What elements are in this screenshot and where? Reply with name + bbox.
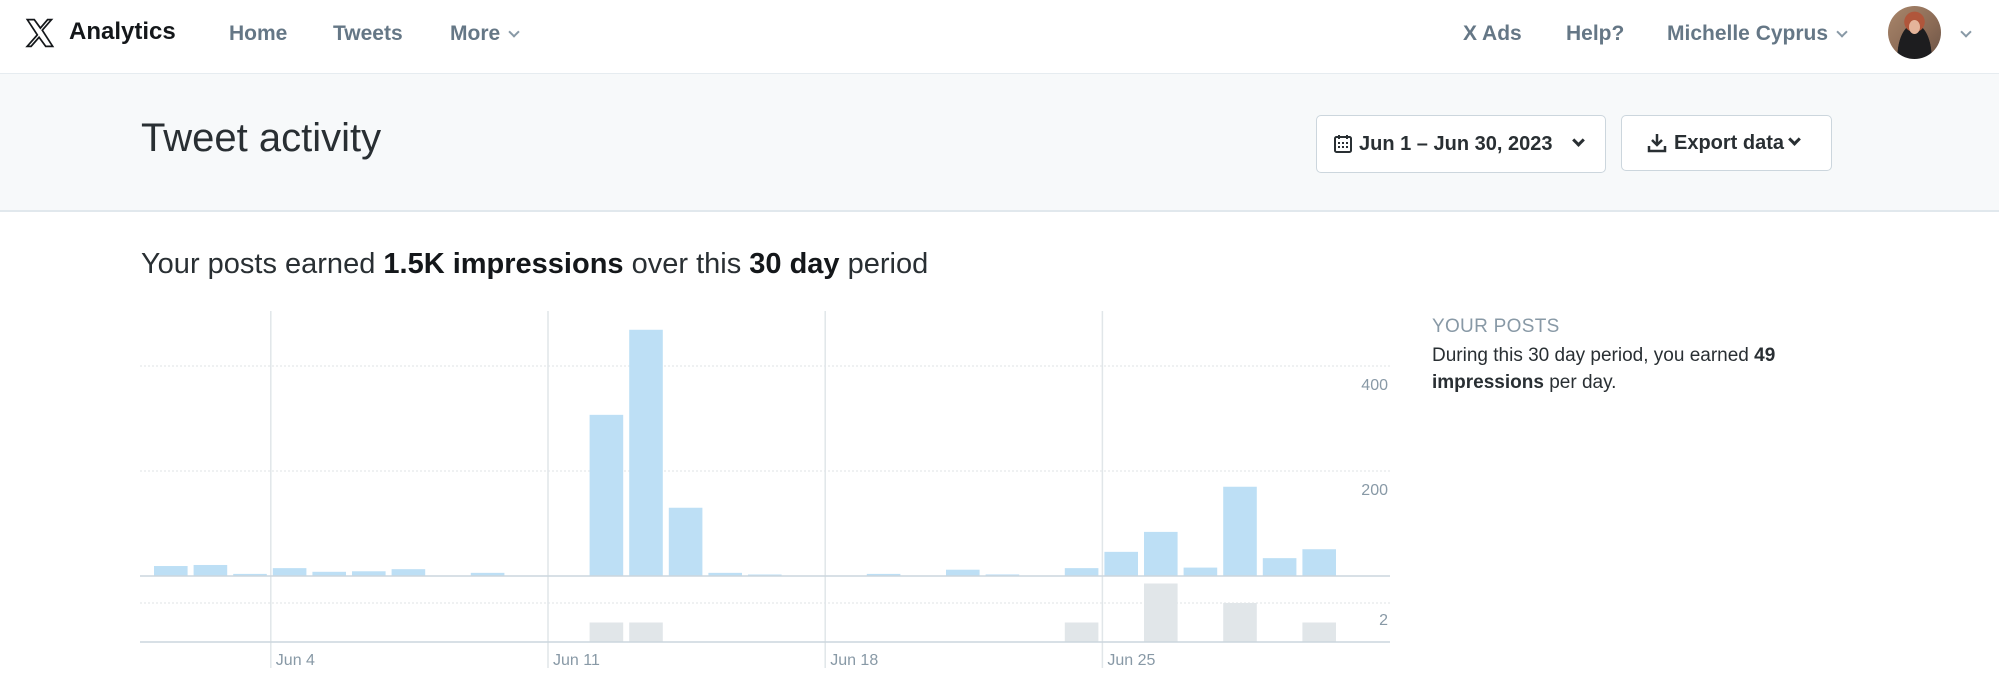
side-text-prefix: During this 30 day period, you earned (1432, 345, 1755, 366)
engagements-bar (1223, 603, 1257, 642)
summary-impressions: 1.5K impressions (383, 248, 624, 280)
x-tick-label: Jun 18 (830, 652, 878, 669)
impressions-bar (1223, 486, 1257, 576)
avatar-chevron-down-icon[interactable] (1960, 26, 1972, 38)
avatar-face (1909, 20, 1920, 34)
nav-help[interactable]: Help? (1566, 22, 1624, 46)
avatar[interactable] (1888, 6, 1941, 59)
impressions-bar (1104, 551, 1138, 576)
impressions-bar (1144, 531, 1178, 576)
page-title: Tweet activity (141, 116, 382, 160)
nav-more[interactable]: More (450, 22, 520, 46)
y-tick-label-impressions: 200 (1361, 482, 1388, 499)
impressions-bar (1064, 568, 1099, 576)
x-logo-icon[interactable] (24, 16, 56, 50)
account-name: Michelle Cyprus (1667, 22, 1829, 45)
export-data-button[interactable]: Export data (1621, 115, 1832, 171)
impressions-bar (629, 329, 663, 576)
side-value: 49 (1754, 345, 1776, 366)
date-range-button[interactable]: Jun 1 – Jun 30, 2023 (1316, 115, 1606, 173)
x-tick-label: Jun 4 (276, 652, 315, 669)
summary-suffix: period (839, 248, 929, 280)
y-tick-label-engagements: 2 (1379, 612, 1388, 629)
impressions-summary: Your posts earned 1.5K impressions over … (141, 248, 928, 281)
impressions-bar (1262, 558, 1297, 576)
engagements-bar (629, 622, 663, 642)
engagements-bar (1064, 622, 1099, 642)
page-header: Tweet activity Jun 1 – Jun 30, 2023 Expo… (0, 74, 1999, 212)
nav-x-ads[interactable]: X Ads (1463, 22, 1522, 46)
summary-period: 30 day (749, 248, 840, 280)
brand-title: Analytics (69, 18, 176, 45)
impressions-bar (668, 507, 703, 576)
top-nav: Analytics Home Tweets More X Ads Help? M… (0, 0, 1999, 74)
engagements-bar (589, 622, 624, 642)
export-data-label: Export data (1674, 131, 1785, 154)
impressions-bar (589, 414, 624, 576)
calendar-icon (1334, 135, 1352, 153)
nav-more-label: More (450, 22, 501, 45)
impressions-bar (272, 568, 307, 576)
your-posts-text: During this 30 day period, you earned 49… (1432, 342, 1852, 396)
impressions-bar (1302, 549, 1336, 576)
engagements-bar (1302, 622, 1336, 642)
x-tick-label: Jun 25 (1107, 652, 1155, 669)
account-menu[interactable]: Michelle Cyprus (1667, 22, 1848, 46)
chevron-down-icon (1572, 133, 1586, 147)
engagements-bar (1144, 583, 1178, 642)
side-text-suffix: per day. (1543, 372, 1617, 393)
chevron-down-icon (1788, 132, 1801, 146)
impressions-bar (193, 564, 228, 576)
nav-home[interactable]: Home (229, 22, 287, 46)
impressions-bar (1183, 567, 1218, 576)
your-posts-label: YOUR POSTS (1432, 316, 1560, 337)
x-tick-label: Jun 11 (553, 652, 600, 669)
impressions-bar (391, 569, 426, 576)
impressions-chart: 200 400 2 Jun 4 Jun 11 Jun 18 Jun 25 (140, 311, 1390, 669)
summary-prefix: Your posts earned (141, 248, 384, 280)
side-text-bold: impressions (1432, 372, 1544, 393)
chevron-down-icon (1836, 26, 1848, 38)
impressions-bar (946, 569, 980, 576)
your-posts-panel: YOUR POSTS During this 30 day period, yo… (1432, 316, 1852, 396)
download-icon (1647, 134, 1667, 153)
date-range-label: Jun 1 – Jun 30, 2023 (1359, 132, 1553, 155)
impressions-bar (154, 566, 188, 576)
nav-tweets[interactable]: Tweets (333, 22, 403, 46)
y-tick-label-impressions: 400 (1361, 377, 1388, 394)
summary-middle: over this (623, 248, 750, 280)
chevron-down-icon (508, 26, 520, 38)
